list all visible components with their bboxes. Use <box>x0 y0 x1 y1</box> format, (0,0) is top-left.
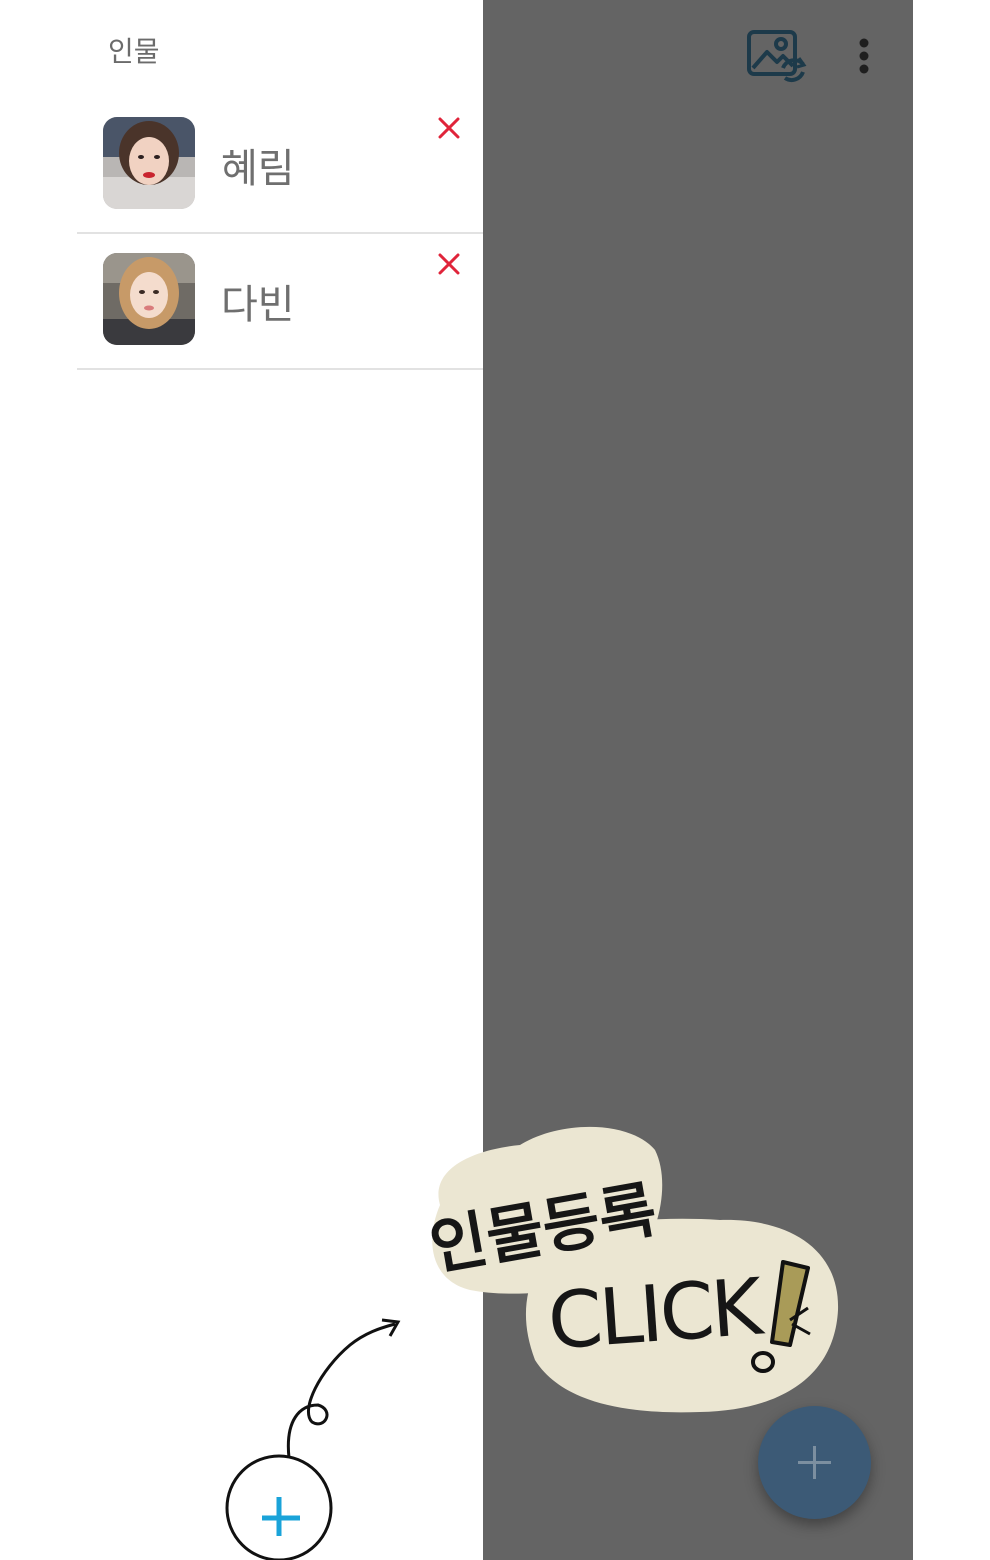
delete-icon[interactable] <box>435 250 463 278</box>
add-person-fab[interactable] <box>758 1406 871 1519</box>
people-drawer: 인물 혜림 다빈 <box>0 0 483 1560</box>
person-name: 다빈 <box>221 282 295 328</box>
person-name: 혜림 <box>221 146 295 192</box>
avatar <box>103 253 195 345</box>
photo-sync-icon[interactable] <box>747 28 807 88</box>
avatar <box>103 117 195 209</box>
plus-icon <box>798 1446 831 1479</box>
person-row[interactable]: 다빈 <box>77 234 483 370</box>
annotation-line2: CLICK <box>545 1262 763 1368</box>
delete-icon[interactable] <box>435 114 463 142</box>
more-vert-icon[interactable] <box>858 38 870 80</box>
person-row[interactable]: 혜림 <box>77 98 483 234</box>
drawer-title: 인물 <box>108 35 160 68</box>
